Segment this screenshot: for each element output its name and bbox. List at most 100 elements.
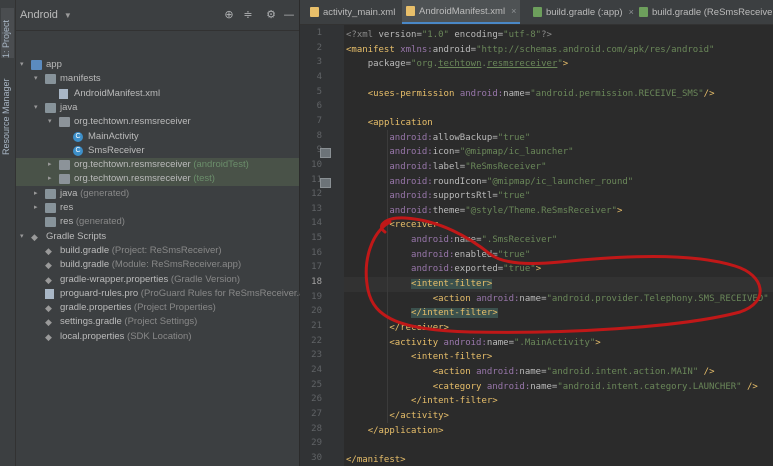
tree-item-label: gradle-wrapper.properties (Gradle Versio… [60, 273, 241, 285]
editor-tab[interactable]: activity_main.xml× [306, 0, 411, 24]
code-line[interactable]: <action android:name="android.intent.act… [346, 365, 715, 379]
code-line[interactable]: <application [346, 116, 433, 130]
folder-icon [45, 74, 56, 85]
tree-item[interactable]: C MainActivity [16, 130, 299, 144]
tree-item-sublabel: (Gradle Version) [168, 273, 241, 285]
image-preview-icon[interactable] [320, 177, 331, 188]
tree-item-label: java (generated) [60, 187, 130, 199]
line-number: 26 [311, 394, 322, 405]
image-preview-icon[interactable] [320, 148, 331, 159]
code-line[interactable]: <?xml version="1.0" encoding="utf-8"?> [346, 28, 552, 42]
tree-item[interactable]: ▸ org.techtown.resmsreceiver (androidTest… [16, 158, 299, 173]
tree-item[interactable]: ▾ org.techtown.resmsreceiver [16, 115, 299, 129]
code-line[interactable]: </activity> [346, 409, 449, 423]
tree-item-sublabel: (generated) [77, 187, 130, 199]
tree-item[interactable]: ▸ res [16, 201, 299, 215]
tree-item[interactable]: proguard-rules.pro (ProGuard Rules for R… [16, 287, 318, 301]
code-editor[interactable]: <?xml version="1.0" encoding="utf-8"?> <m… [344, 25, 773, 466]
line-number: 17 [311, 262, 322, 273]
tree-item-sublabel: (ProGuard Rules for ReSmsReceiver.app) [138, 287, 319, 299]
tree-item-label: java [60, 101, 78, 113]
code-line[interactable]: <intent-filter> [346, 350, 492, 364]
line-number: 3 [316, 57, 322, 68]
tree-item-label: app [46, 59, 62, 70]
code-line[interactable]: <uses-permission android:name="android.p… [346, 87, 715, 101]
tree-item[interactable]: ◆ local.properties (SDK Location) [16, 330, 299, 344]
gear-icon[interactable]: ⚙ [264, 8, 278, 21]
line-number: 13 [311, 203, 322, 214]
line-number: 18 [311, 277, 322, 288]
code-line[interactable]: android:icon="@mipmap/ic_launcher" [346, 145, 573, 159]
tree-item[interactable]: ◆ settings.gradle (Project Settings) [16, 315, 299, 329]
tree-item-sublabel: (androidTest) [190, 159, 249, 171]
code-line[interactable]: </receiver> [346, 321, 449, 335]
line-number: 2 [316, 42, 322, 53]
code-line[interactable]: <receiver [346, 218, 438, 232]
code-line[interactable]: android:name=".SmsReceiver" [346, 233, 557, 247]
close-icon[interactable]: × [511, 6, 516, 16]
line-number: 12 [311, 189, 322, 200]
chevron-right-icon[interactable]: ▸ [48, 158, 52, 172]
tree-item[interactable]: ▾ manifests [16, 72, 299, 86]
tree-item[interactable]: res (generated) [16, 215, 299, 229]
code-line[interactable]: android:enabled="true" [346, 248, 530, 262]
tree-item-label: Gradle Scripts [46, 230, 107, 242]
chevron-right-icon[interactable]: ▸ [48, 172, 52, 186]
code-line[interactable]: <activity android:name=".MainActivity"> [346, 336, 600, 350]
gradle-icon: ◆ [45, 303, 52, 314]
chevron-down-icon[interactable]: ▾ [34, 72, 38, 86]
code-line[interactable]: package="org.techtown.resmsreceiver"> [346, 57, 569, 71]
editor-tab[interactable]: build.gradle (:app) × [529, 0, 638, 24]
tree-item-sublabel: (generated) [73, 216, 125, 228]
tree-item[interactable]: ▾ ◆ Gradle Scripts [16, 230, 299, 244]
close-icon[interactable]: × [629, 7, 634, 17]
collapse-all-icon[interactable]: ≑ [241, 8, 255, 21]
tree-item[interactable]: ▸ org.techtown.resmsreceiver (test) [16, 172, 299, 187]
tree-item[interactable]: ▸ java (generated) [16, 187, 299, 201]
code-line[interactable]: android:allowBackup="true" [346, 131, 530, 145]
code-line[interactable]: <manifest xmlns:android="http://schemas.… [346, 43, 714, 57]
editor-tab-label: AndroidManifest.xml [419, 5, 506, 17]
tree-item-label: manifests [60, 73, 101, 85]
chevron-down-icon[interactable]: ▾ [48, 115, 52, 129]
code-line[interactable]: </intent-filter> [346, 394, 498, 408]
tree-item[interactable]: AndroidManifest.xml [16, 87, 299, 101]
code-line[interactable]: </intent-filter> [346, 306, 498, 320]
minimize-icon[interactable]: — [282, 8, 296, 21]
code-line[interactable]: android:roundIcon="@mipmap/ic_launcher_r… [346, 175, 633, 189]
line-number: 15 [311, 233, 322, 244]
side-tab-project[interactable]: 1: Project [1, 8, 14, 58]
tree-item[interactable]: ◆ build.gradle (Project: ReSmsReceiver) [16, 244, 299, 258]
line-number: 10 [311, 159, 322, 170]
code-line[interactable]: <intent-filter> [346, 277, 493, 291]
tree-item[interactable]: ▾ app [16, 58, 299, 72]
code-line[interactable]: <category android:name="android.intent.c… [346, 380, 758, 394]
editor-tab[interactable]: AndroidManifest.xml × [402, 0, 521, 24]
line-number: 22 [311, 335, 322, 346]
tree-item[interactable]: ◆ gradle.properties (Project Properties) [16, 301, 299, 315]
side-tab-resource-manager[interactable]: Resource Manager [1, 75, 14, 155]
editor-tab-label: activity_main.xml [323, 6, 396, 18]
tree-item[interactable]: ◆ gradle-wrapper.properties (Gradle Versi… [16, 273, 299, 287]
file-icon [45, 288, 54, 299]
tree-item-label: org.techtown.resmsreceiver [74, 116, 191, 128]
tree-item[interactable]: ◆ build.gradle (Module: ReSmsReceiver.app… [16, 258, 299, 272]
chevron-down-icon[interactable]: ▾ [34, 101, 38, 115]
tree-item[interactable]: C SmsReceiver [16, 144, 299, 158]
code-line[interactable]: android:exported="true"> [346, 262, 541, 276]
line-number: 8 [316, 130, 322, 141]
tree-item[interactable]: ▾ java [16, 101, 299, 115]
code-line[interactable]: android:supportsRtl="true" [346, 189, 530, 203]
project-view-selector[interactable]: Android ▼ [20, 9, 72, 21]
code-line[interactable]: android:label="ReSmsReceiver" [346, 160, 546, 174]
code-line[interactable]: <action android:name="android.provider.T… [346, 292, 773, 306]
editor-tab[interactable]: build.gradle (ReSmsReceiver)× [635, 0, 773, 24]
chevron-down-icon[interactable]: ▾ [20, 58, 24, 72]
tree-item-label: settings.gradle (Project Settings) [60, 316, 198, 328]
locate-icon[interactable]: ⊕ [222, 8, 236, 21]
chevron-right-icon[interactable]: ▸ [34, 201, 38, 215]
code-line[interactable]: </application> [346, 424, 444, 438]
code-line[interactable]: </manifest> [346, 453, 406, 466]
chevron-down-icon[interactable]: ▾ [20, 230, 24, 244]
chevron-right-icon[interactable]: ▸ [34, 187, 38, 201]
